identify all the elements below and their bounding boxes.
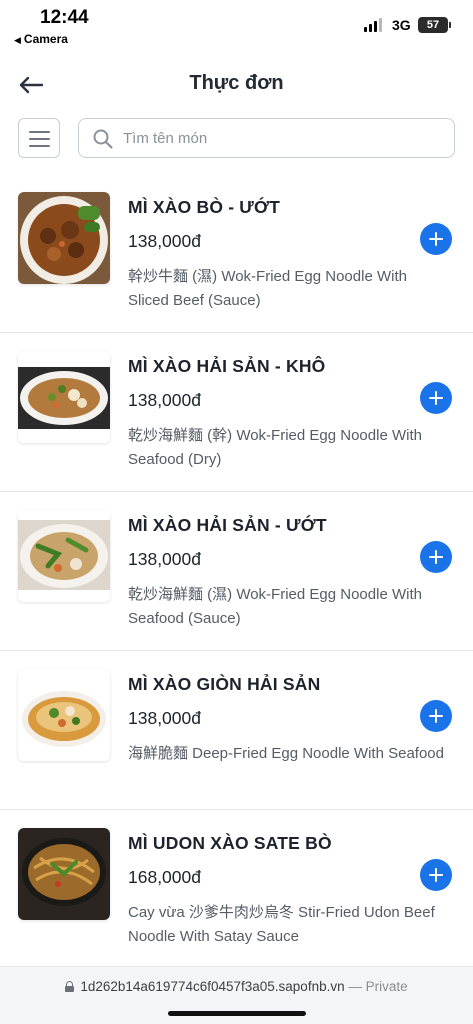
add-to-cart-button[interactable] [420,859,452,891]
menu-list: MÌ XÀO BÒ - ƯỚT 138,000đ 幹炒牛麵 (濕) Wok-Fr… [0,174,473,969]
menu-item[interactable]: MÌ XÀO GIÒN HẢI SẢN 138,000đ 海鮮脆麵 Deep-F… [0,651,473,810]
home-indicator [168,1011,306,1016]
dish-photo [18,510,110,602]
add-to-cart-button[interactable] [420,223,452,255]
battery-icon: 57 [418,17,451,33]
browser-url-bar[interactable]: 1d262b14a619774c6f0457f3a05.sapofnb.vn —… [0,966,473,1024]
url-text: 1d262b14a619774c6f0457f3a05.sapofnb.vn [80,979,345,994]
hamburger-icon [29,131,50,133]
dish-price: 138,000đ [128,708,201,728]
back-triangle-icon: ◀ [14,35,21,45]
dish-name: MÌ XÀO HẢI SẢN - ƯỚT [128,515,327,535]
back-app-label: Camera [23,32,68,46]
dish-price: 168,000đ [128,867,201,887]
signal-strength-icon [364,18,384,32]
dish-description: 幹炒牛麵 (濕) Wok-Fried Egg Noodle With Slice… [128,268,407,309]
menu-item[interactable]: MÌ XÀO HẢI SẢN - ƯỚT 138,000đ 乾炒海鮮麵 (濕) … [0,492,473,651]
dish-photo [18,828,110,920]
dish-name: MÌ XÀO BÒ - ƯỚT [128,197,281,217]
page-header: Thực đơn [0,64,473,108]
search-icon [93,129,113,149]
back-to-app-link[interactable]: ◀ Camera [14,32,68,46]
dish-name: MÌ XÀO GIÒN HẢI SẢN [128,674,321,694]
dish-price: 138,000đ [128,231,201,251]
status-bar: 12:44 ◀ Camera 3G 57 [0,0,473,52]
menu-item[interactable]: MÌ UDON XÀO SATE BÒ 168,000đ Cay vừa 沙爹牛… [0,810,473,969]
add-to-cart-button[interactable] [420,382,452,414]
search-box[interactable] [78,118,455,158]
lock-icon [65,981,75,992]
add-to-cart-button[interactable] [420,700,452,732]
status-time: 12:44 [40,7,89,28]
menu-item[interactable]: MÌ XÀO HẢI SẢN - KHÔ 138,000đ 乾炒海鮮麵 (幹) … [0,333,473,492]
dish-name: MÌ UDON XÀO SATE BÒ [128,833,332,853]
dish-price: 138,000đ [128,549,201,569]
battery-level: 57 [426,19,440,31]
dish-description: 乾炒海鮮麵 (濕) Wok-Fried Egg Noodle With Seaf… [128,586,422,627]
dish-description: Cay vừa 沙爹牛肉炒烏冬 Stir-Fried Udon Beef Noo… [128,904,435,945]
url-line: 1d262b14a619774c6f0457f3a05.sapofnb.vn —… [0,979,473,994]
add-to-cart-button[interactable] [420,541,452,573]
menu-item[interactable]: MÌ XÀO BÒ - ƯỚT 138,000đ 幹炒牛麵 (濕) Wok-Fr… [0,174,473,333]
private-mode-label: — Private [348,979,408,994]
dish-name: MÌ XÀO HẢI SẢN - KHÔ [128,356,326,376]
dish-photo [18,669,110,761]
search-input[interactable] [123,119,443,157]
dish-photo [18,351,110,443]
page-title: Thực đơn [189,72,284,94]
dish-price: 138,000đ [128,390,201,410]
dish-description: 乾炒海鮮麵 (幹) Wok-Fried Egg Noodle With Seaf… [128,427,422,468]
dish-photo [18,192,110,284]
network-type: 3G [392,17,411,33]
dish-description: 海鮮脆麵 Deep-Fried Egg Noodle With Seafood [128,745,444,762]
category-menu-button[interactable] [18,118,60,158]
